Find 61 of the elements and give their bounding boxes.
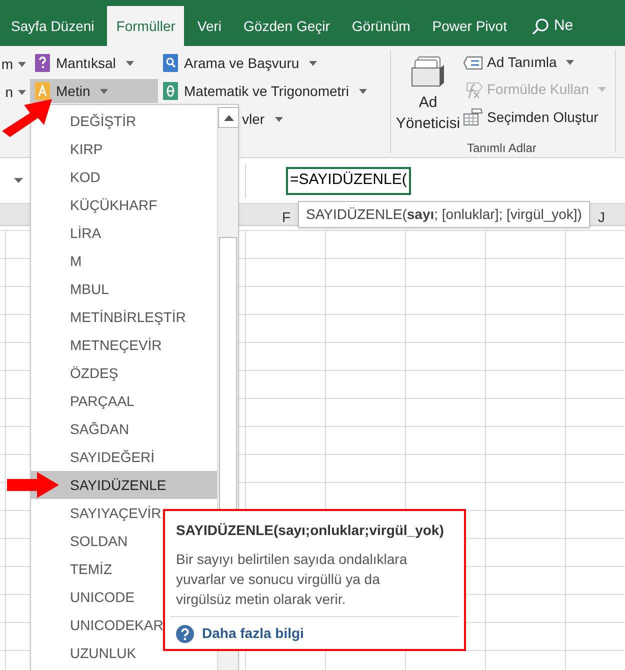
- question-book-icon: [34, 54, 51, 72]
- theta-book-icon: [162, 82, 179, 100]
- caret-icon: [18, 90, 26, 94]
- caret-icon: [18, 62, 26, 66]
- menu-item[interactable]: SAYIDÜZENLE: [31, 471, 217, 499]
- ribbon-tab[interactable]: Veri: [188, 6, 231, 46]
- ribbon-button: Formülde Kullan: [463, 78, 613, 102]
- formula-hint: SAYIDÜZENLE(sayı; [onluklar]; [virgül_yok]): [298, 201, 590, 228]
- caret-icon: [100, 88, 108, 94]
- help-icon: [176, 624, 194, 642]
- group-label: Tanımlı Adlar: [467, 140, 538, 157]
- menu-item[interactable]: SAĞDAN: [31, 415, 217, 443]
- ribbon-tab[interactable]: Sayfa Düzeni: [2, 6, 104, 46]
- menu-item[interactable]: KIRP: [31, 135, 217, 163]
- caret-icon: [358, 88, 367, 94]
- menu-item[interactable]: M: [31, 247, 217, 275]
- ribbon-tab[interactable]: Formüller: [107, 6, 184, 46]
- ribbon-button[interactable]: Mantıksal: [30, 51, 158, 75]
- menu-item[interactable]: DEĞİŞTİR: [57, 107, 217, 135]
- menu-item[interactable]: KOD: [31, 163, 217, 191]
- ribbon-button[interactable]: m: [0, 53, 28, 75]
- ribbon-button[interactable]: Ad Tanımla: [463, 51, 613, 74]
- ribbon-button[interactable]: Matematik ve Trigonometri: [158, 79, 388, 103]
- caret-icon: [126, 60, 134, 66]
- menu-item[interactable]: METİNBİRLEŞTİR: [31, 303, 217, 331]
- up-arrow-icon: [224, 114, 234, 120]
- search-icon[interactable]: [532, 18, 549, 34]
- label-icon: [463, 56, 483, 70]
- caret-icon: [566, 60, 574, 66]
- caret-icon: [598, 87, 606, 92]
- magnifier-book-icon: [162, 54, 179, 72]
- tooltip-title: SAYIDÜZENLE(sayı;onluklar;virgül_yok): [176, 521, 445, 540]
- column-header[interactable]: J: [598, 207, 605, 228]
- menu-item[interactable]: ÖZDEŞ: [31, 359, 217, 387]
- search-label[interactable]: Ne: [554, 14, 574, 38]
- caret-icon: [274, 116, 283, 122]
- ribbon-tab[interactable]: Görünüm: [342, 6, 420, 46]
- menu-item[interactable]: LİRA: [31, 219, 217, 247]
- ribbon-button[interactable]: vler: [238, 107, 287, 131]
- ribbon-button[interactable]: Seçimden Oluştur: [463, 106, 613, 129]
- scroll-up-button[interactable]: [218, 107, 239, 128]
- pointer-arrow-icon: [7, 472, 59, 498]
- menu-item[interactable]: KÜÇÜKHARF: [31, 191, 217, 219]
- menu-item[interactable]: PARÇAAL: [31, 387, 217, 415]
- ribbon-button[interactable]: Metin: [30, 79, 158, 103]
- ribbon-tab[interactable]: Gözden Geçir: [234, 6, 339, 46]
- menu-item[interactable]: MBUL: [31, 275, 217, 303]
- table-tag-icon: [463, 108, 483, 126]
- ribbon-tab[interactable]: Power Pivot: [423, 6, 516, 46]
- letter-book-icon: [34, 82, 51, 100]
- dropdown-caret-icon[interactable]: [14, 178, 23, 183]
- name-tags-icon: [410, 56, 446, 88]
- tooltip-description: Bir sayıyı belirtilen sayıda ondalıklara yuvarlar ve sonucu virgüllü ya da virgülsüz metin olarak verir.: [176, 550, 408, 609]
- active-cell[interactable]: =SAYIDÜZENLE(: [286, 166, 411, 194]
- menu-item[interactable]: SAYIDEĞERİ: [31, 443, 217, 471]
- name-manager-button[interactable]: Ad Yöneticisi: [395, 46, 461, 157]
- caret-icon: [309, 60, 318, 66]
- ribbon-button[interactable]: Arama ve Başvuru: [158, 51, 388, 75]
- column-header[interactable]: F: [282, 207, 291, 228]
- menu-item[interactable]: METNEÇEVİR: [31, 331, 217, 359]
- ribbon-button[interactable]: n: [0, 81, 28, 103]
